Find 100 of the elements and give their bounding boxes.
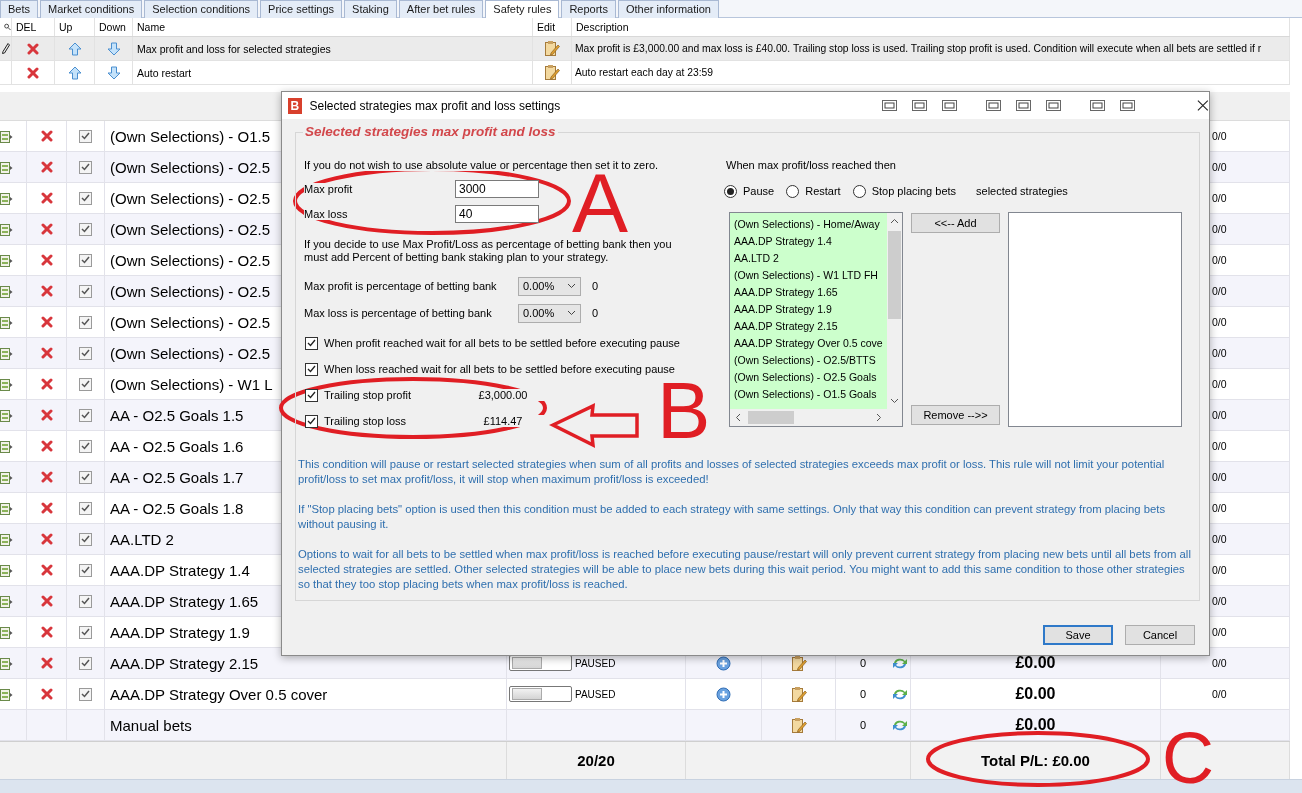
checkbox[interactable] bbox=[79, 129, 92, 143]
delete-icon[interactable] bbox=[40, 130, 53, 142]
down-arrow-icon[interactable] bbox=[106, 65, 121, 80]
clipboard-icon[interactable] bbox=[790, 685, 807, 703]
delete-icon[interactable] bbox=[40, 409, 53, 421]
checkbox[interactable] bbox=[79, 160, 92, 174]
document-icon[interactable] bbox=[0, 531, 13, 547]
toggle-switch[interactable] bbox=[509, 686, 572, 702]
document-icon[interactable] bbox=[0, 469, 13, 485]
tab[interactable]: Selection conditions bbox=[144, 0, 259, 18]
delete-icon[interactable] bbox=[40, 347, 53, 359]
checkbox[interactable] bbox=[79, 625, 92, 639]
layout-icon[interactable] bbox=[912, 100, 928, 111]
up-arrow-icon[interactable] bbox=[67, 41, 82, 56]
close-icon[interactable] bbox=[1197, 99, 1209, 112]
tab[interactable]: Market conditions bbox=[40, 0, 143, 18]
checkbox[interactable] bbox=[79, 346, 92, 360]
add-button[interactable]: <<-- Add bbox=[911, 213, 1000, 233]
delete-icon[interactable] bbox=[40, 626, 53, 638]
table-row[interactable] bbox=[0, 37, 1290, 61]
document-icon[interactable] bbox=[0, 376, 13, 392]
radio-label[interactable]: Restart bbox=[805, 185, 841, 197]
clipboard-icon[interactable] bbox=[544, 40, 560, 57]
document-icon[interactable] bbox=[0, 655, 13, 671]
delete-icon[interactable] bbox=[40, 192, 53, 204]
dialog-button[interactable]: Save bbox=[1043, 625, 1113, 645]
document-icon[interactable] bbox=[0, 252, 13, 268]
column-header[interactable]: Down bbox=[99, 21, 126, 33]
column-header[interactable]: Edit bbox=[537, 21, 556, 33]
document-icon[interactable] bbox=[0, 562, 13, 578]
list-item[interactable]: AAA.DP Strategy 2.15 bbox=[734, 318, 838, 335]
vertical-scrollbar[interactable] bbox=[887, 213, 902, 409]
remove-button[interactable]: Remove -->> bbox=[911, 405, 1000, 425]
checkbox-label[interactable]: Trailing stop loss bbox=[324, 415, 407, 427]
delete-icon[interactable] bbox=[40, 657, 53, 669]
chevron-down-icon[interactable] bbox=[890, 398, 899, 404]
list-item[interactable]: (Own Selections) - W1 LTD FH bbox=[734, 267, 878, 284]
table-row[interactable]: Auto restart Auto restart each day at 23:59 bbox=[0, 61, 1290, 85]
add-icon[interactable] bbox=[716, 686, 731, 702]
checkbox-label[interactable]: When loss reached wait for all bets to be settled before executing pause bbox=[324, 363, 675, 375]
checkbox-label[interactable]: Trailing stop profit bbox=[324, 389, 412, 401]
layout-icon[interactable] bbox=[1016, 100, 1032, 111]
checkbox[interactable] bbox=[79, 315, 92, 329]
checkbox[interactable] bbox=[305, 414, 318, 428]
document-icon[interactable] bbox=[0, 190, 13, 206]
delete-icon[interactable] bbox=[40, 688, 53, 700]
radio-button[interactable] bbox=[786, 184, 800, 198]
checkbox[interactable] bbox=[79, 284, 92, 298]
radio-label[interactable]: Pause bbox=[743, 185, 775, 197]
tab[interactable]: Price settings bbox=[260, 0, 343, 18]
up-arrow-icon[interactable] bbox=[67, 65, 82, 80]
delete-icon[interactable] bbox=[40, 378, 53, 390]
checkbox[interactable] bbox=[305, 362, 318, 376]
checkbox[interactable] bbox=[79, 377, 92, 391]
chevron-left-icon[interactable] bbox=[735, 413, 741, 422]
document-icon[interactable] bbox=[0, 314, 13, 330]
tab[interactable]: Staking bbox=[344, 0, 397, 18]
list-item[interactable]: AAA.DP Strategy 1.9 bbox=[734, 301, 832, 318]
checkbox[interactable] bbox=[305, 336, 318, 350]
checkbox[interactable] bbox=[79, 191, 92, 205]
checkbox[interactable] bbox=[79, 501, 92, 515]
radio-label[interactable]: Stop placing bets bbox=[871, 185, 957, 197]
tab[interactable]: Safety rules bbox=[485, 0, 560, 18]
delete-icon[interactable] bbox=[40, 254, 53, 266]
document-icon[interactable] bbox=[0, 128, 13, 144]
delete-icon[interactable] bbox=[40, 223, 53, 235]
selected-list[interactable] bbox=[1008, 212, 1182, 427]
document-icon[interactable] bbox=[0, 624, 13, 640]
delete-icon[interactable] bbox=[27, 42, 39, 55]
input-field[interactable]: 3000 bbox=[455, 180, 539, 198]
clipboard-icon[interactable] bbox=[790, 716, 807, 734]
radio-button[interactable] bbox=[852, 184, 866, 198]
list-item[interactable]: AAA.DP Strategy 1.65 bbox=[734, 284, 838, 301]
document-icon[interactable] bbox=[0, 407, 13, 423]
input-field[interactable]: 40 bbox=[455, 205, 539, 223]
document-icon[interactable] bbox=[0, 686, 13, 702]
layout-icon[interactable] bbox=[1120, 100, 1136, 111]
checkbox[interactable] bbox=[79, 222, 92, 236]
checkbox[interactable] bbox=[79, 408, 92, 422]
chevron-up-icon[interactable] bbox=[890, 218, 899, 224]
layout-icon[interactable] bbox=[986, 99, 1002, 111]
down-arrow-icon[interactable] bbox=[106, 41, 121, 56]
clipboard-icon[interactable] bbox=[790, 654, 807, 672]
dialog-button[interactable]: Cancel bbox=[1125, 625, 1195, 645]
radio-button[interactable] bbox=[724, 184, 737, 198]
document-icon[interactable] bbox=[0, 438, 13, 454]
document-icon[interactable] bbox=[0, 593, 13, 609]
delete-icon[interactable] bbox=[40, 161, 53, 173]
layout-icon[interactable] bbox=[1046, 100, 1062, 111]
checkbox[interactable] bbox=[79, 656, 92, 670]
checkbox[interactable] bbox=[79, 594, 92, 608]
list-item[interactable]: (Own Selections) - O2.5 Goals bbox=[734, 369, 877, 386]
delete-icon[interactable] bbox=[40, 533, 53, 545]
search-icon[interactable] bbox=[4, 23, 11, 31]
tab[interactable]: Other information bbox=[617, 0, 719, 18]
delete-icon[interactable] bbox=[40, 440, 53, 452]
tab[interactable]: Reports bbox=[561, 0, 616, 18]
list-item[interactable]: (Own Selections) - Home/Away bbox=[734, 216, 880, 233]
delete-icon[interactable] bbox=[40, 502, 53, 514]
checkbox-label[interactable]: When profit reached wait for all bets to be settled before executing pause bbox=[324, 337, 680, 349]
